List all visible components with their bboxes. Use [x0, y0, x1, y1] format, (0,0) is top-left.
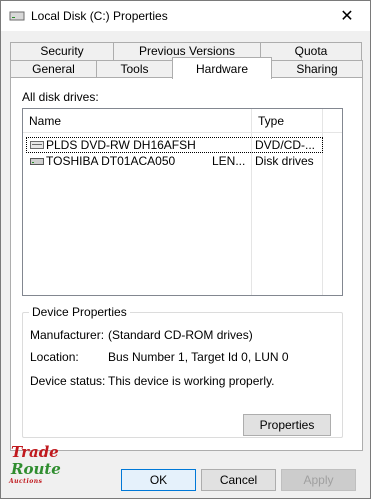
logo-line3: Auctions — [9, 478, 43, 485]
drive-name: PLDS DVD-RW DH16AFSH — [46, 138, 196, 152]
properties-window: Local Disk (C:) Properties ✕ Security Pr… — [0, 0, 371, 499]
drives-label: All disk drives: — [22, 90, 99, 104]
tab-security[interactable]: Security — [10, 42, 114, 61]
cancel-button[interactable]: Cancel — [201, 469, 276, 491]
properties-button[interactable]: Properties — [243, 414, 331, 436]
manufacturer-label: Manufacturer: — [30, 328, 105, 342]
drive-name: TOSHIBA DT01ACA050 — [46, 154, 176, 168]
title-bar[interactable]: Local Disk (C:) Properties ✕ — [1, 1, 370, 31]
dvd-drive-icon — [30, 141, 44, 149]
window-title: Local Disk (C:) Properties — [31, 9, 168, 23]
ok-button[interactable]: OK — [121, 469, 196, 491]
logo-line1: Trade — [11, 443, 59, 461]
apply-button[interactable]: Apply — [281, 469, 356, 491]
tab-hardware[interactable]: Hardware — [172, 57, 272, 79]
drive-type: DVD/CD-... — [255, 138, 315, 152]
column-name[interactable]: Name — [23, 109, 252, 133]
tab-quota[interactable]: Quota — [260, 42, 362, 61]
disk-drive-icon — [9, 11, 25, 21]
drive-type: Disk drives — [255, 154, 314, 168]
list-item[interactable]: TOSHIBA DT01ACA050 LEN... Disk drives — [26, 153, 323, 169]
device-properties-title: Device Properties — [29, 305, 130, 319]
close-button[interactable]: ✕ — [324, 1, 370, 31]
hard-disk-icon — [30, 158, 44, 165]
status-value: This device is working properly. — [108, 374, 275, 388]
list-item[interactable]: PLDS DVD-RW DH16AFSH DVD/CD-... — [26, 137, 323, 153]
drives-list[interactable]: Name Type PLDS DVD-RW DH16AFSH DVD/CD-..… — [22, 108, 343, 296]
status-label: Device status: — [30, 374, 106, 388]
list-header: Name Type — [23, 109, 342, 133]
trade-route-logo: Trade Route Auctions — [7, 443, 61, 497]
logo-line2: Route — [11, 460, 61, 478]
column-type[interactable]: Type — [252, 109, 322, 133]
location-label: Location: — [30, 350, 79, 364]
drive-manufacturer-truncated: LEN... — [212, 154, 246, 168]
location-value: Bus Number 1, Target Id 0, LUN 0 — [108, 350, 289, 364]
close-icon: ✕ — [340, 8, 354, 25]
manufacturer-value: (Standard CD-ROM drives) — [108, 328, 253, 342]
